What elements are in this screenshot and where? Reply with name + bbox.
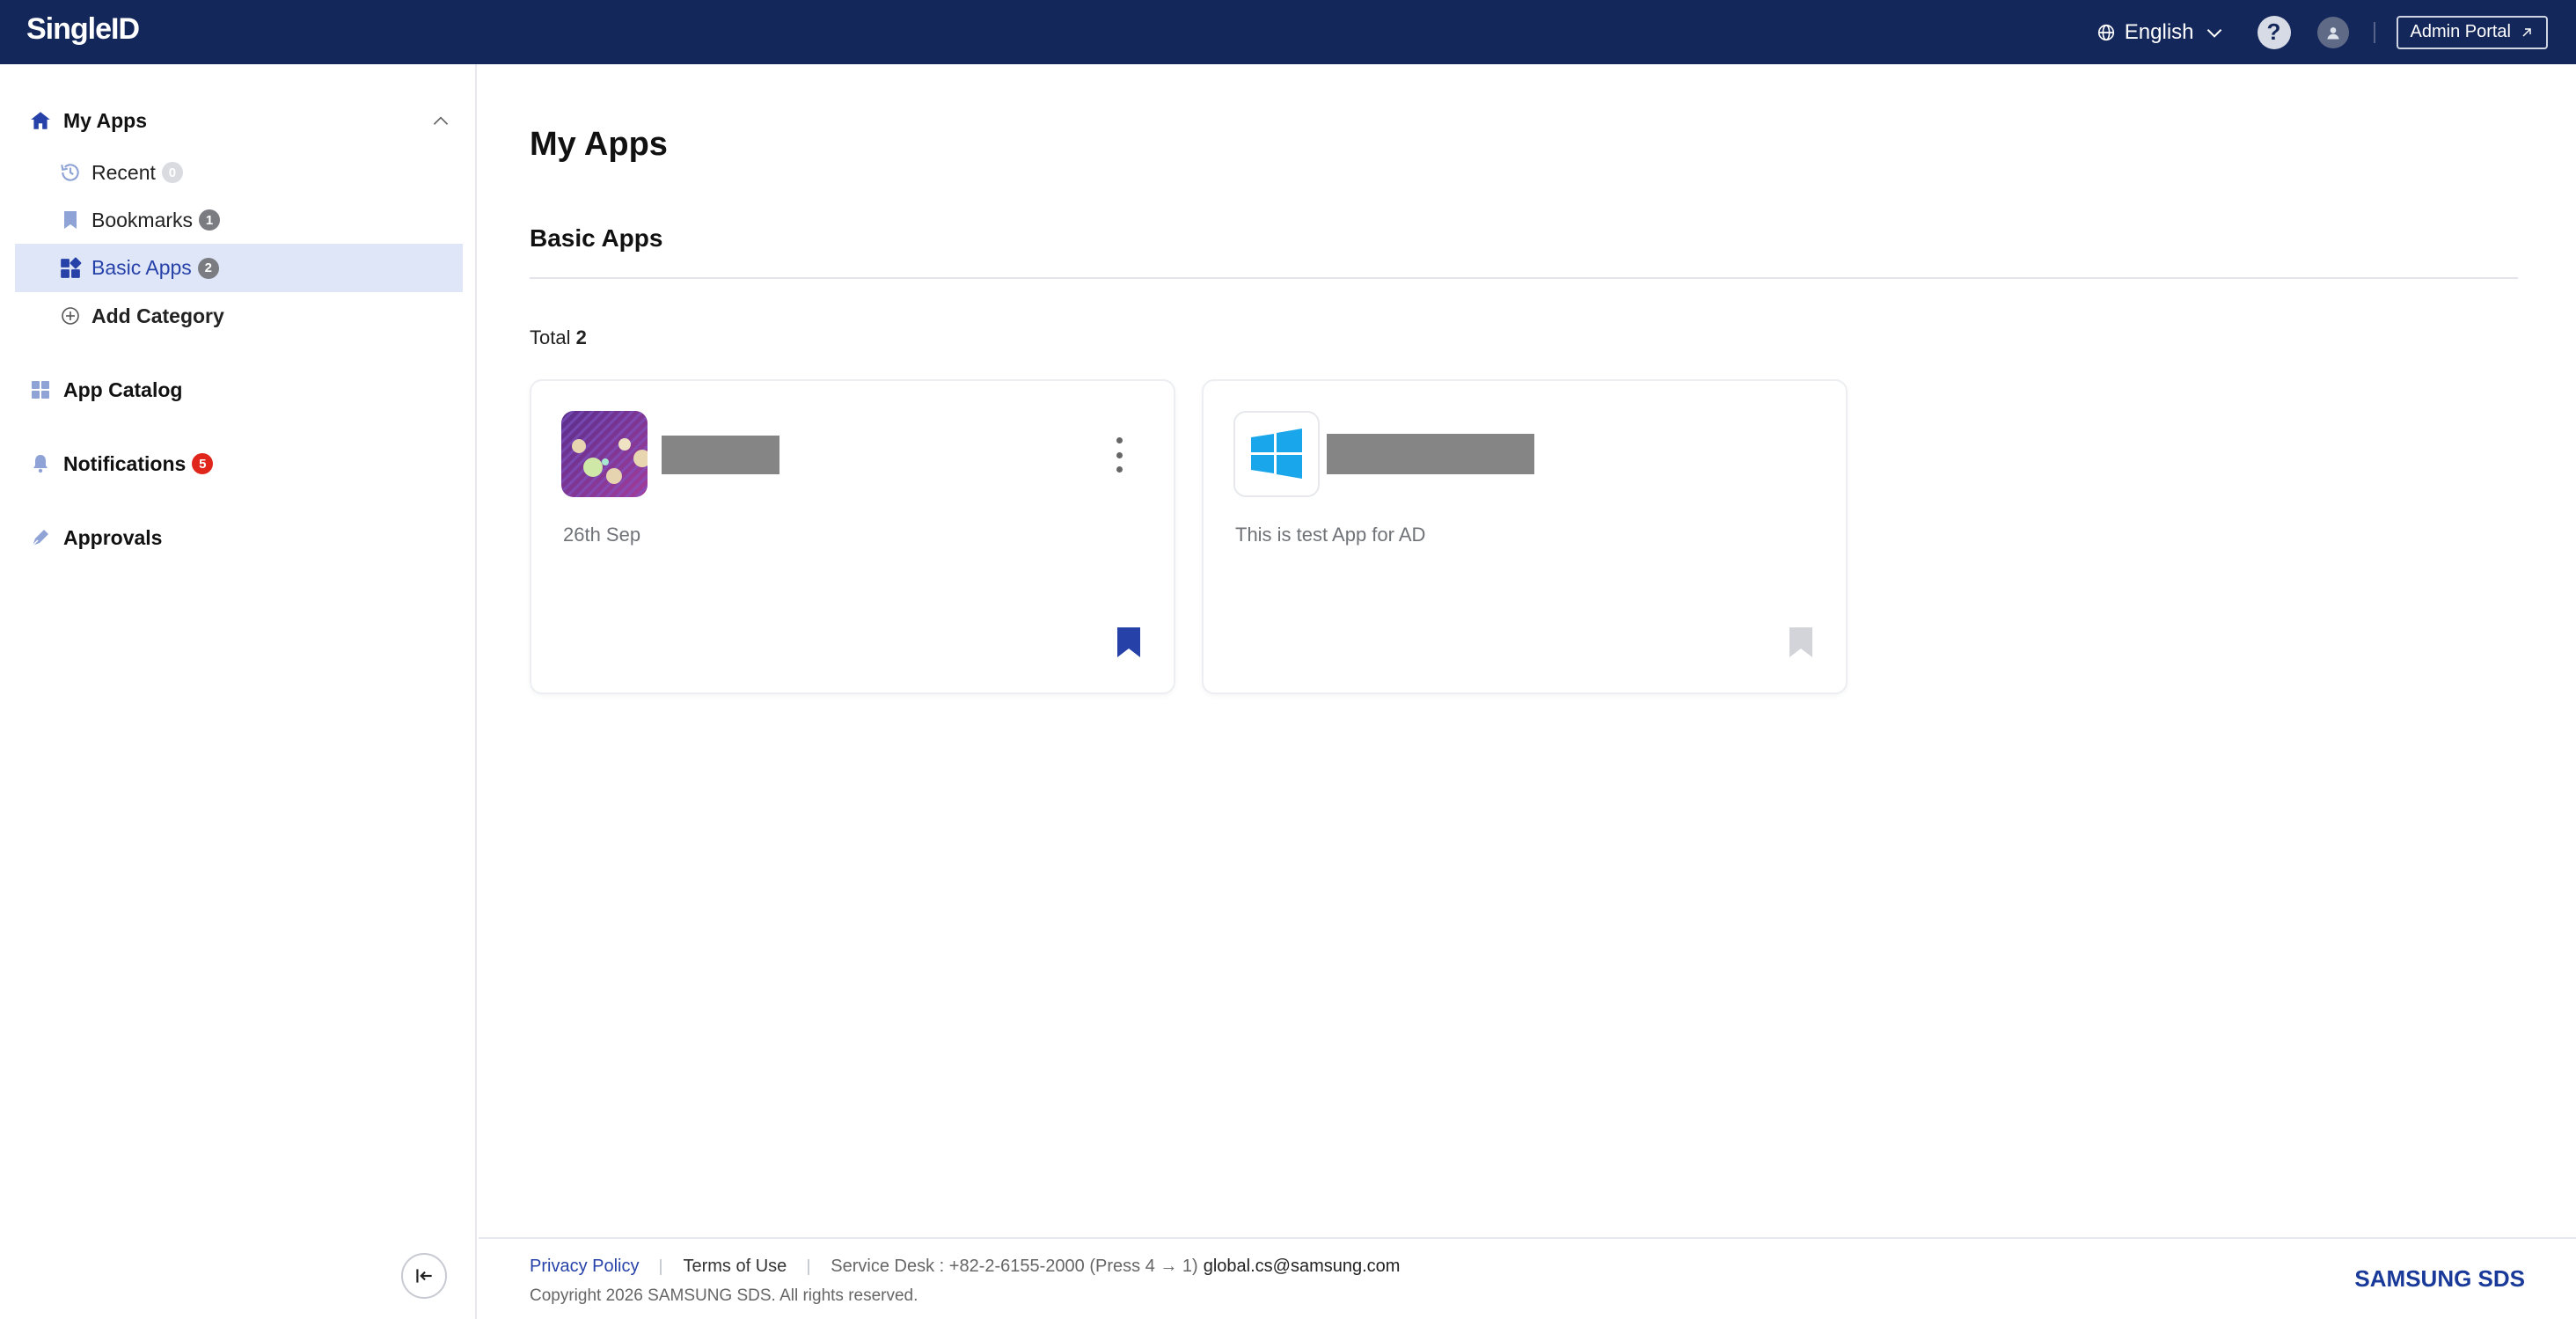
support-email[interactable]: global.cs@samsung.com: [1204, 1257, 1401, 1277]
external-link-icon: [2522, 27, 2531, 37]
footer-divider: [660, 1258, 662, 1275]
sidebar-item-basic-apps[interactable]: Basic Apps 2: [15, 244, 463, 292]
total-count: Total 2: [530, 326, 587, 349]
more-options-icon[interactable]: [1110, 437, 1128, 473]
total-label: Total: [530, 326, 571, 348]
bookmark-filled-icon[interactable]: [1116, 626, 1142, 659]
page-title: My Apps: [530, 126, 668, 163]
bookmark-outline-icon[interactable]: [1788, 626, 1814, 659]
sidebar-item-add-category[interactable]: Add Category: [0, 293, 477, 339]
service-desk-text: Service Desk : +82-2-6155-2000 (Press 4 …: [831, 1257, 1198, 1276]
sidebar-item-approvals[interactable]: Approvals: [0, 515, 477, 561]
header-divider: [2373, 21, 2375, 43]
globe-icon: [2097, 24, 2114, 40]
app-description: This is test App for AD: [1235, 524, 1426, 546]
windows-logo-icon: [1233, 411, 1320, 497]
sidebar-item-label: Basic Apps: [91, 256, 192, 279]
top-right-controls: English ? Admin Portal: [2097, 0, 2548, 64]
main-content: My Apps Basic Apps Total 2 26th Sep This…: [479, 64, 2576, 1319]
sidebar: My Apps Recent 0 Bookmarks 1 Basic Apps …: [0, 64, 477, 1319]
home-icon: [28, 108, 53, 133]
admin-portal-button[interactable]: Admin Portal: [2396, 15, 2548, 49]
admin-portal-label: Admin Portal: [2410, 22, 2512, 41]
samsung-sds-logo: SAMSUNG SDS: [2354, 1265, 2525, 1292]
app-card[interactable]: 26th Sep: [530, 379, 1175, 694]
app-name-redacted: [1327, 434, 1534, 474]
sidebar-item-label: My Apps: [63, 108, 147, 132]
app-description: 26th Sep: [563, 524, 641, 546]
count-badge: 1: [199, 209, 221, 231]
sidebar-item-label: App Catalog: [63, 377, 183, 401]
abstract-art-icon: [561, 411, 648, 497]
collapse-sidebar-button[interactable]: [401, 1253, 447, 1299]
count-badge: 2: [197, 257, 219, 279]
copyright-text: Copyright 2026 SAMSUNG SDS. All rights r…: [530, 1286, 918, 1305]
section-divider: [530, 277, 2518, 279]
plus-circle-icon: [58, 304, 83, 328]
notification-count-badge: 5: [192, 453, 214, 474]
user-icon: [2326, 26, 2339, 39]
sidebar-item-label: Notifications: [63, 451, 187, 475]
pen-icon: [28, 525, 53, 550]
app-name-redacted: [662, 436, 779, 474]
history-icon: [58, 160, 83, 185]
footer: Privacy Policy Terms of Use Service Desk…: [479, 1237, 2576, 1319]
sidebar-item-my-apps[interactable]: My Apps: [0, 99, 477, 142]
count-badge: 0: [161, 162, 183, 183]
total-number: 2: [575, 326, 587, 348]
section-title: Basic Apps: [530, 224, 663, 252]
app-card[interactable]: This is test App for AD: [1202, 379, 1848, 694]
footer-links: Privacy Policy Terms of Use Service Desk…: [530, 1257, 1400, 1277]
chevron-up-icon[interactable]: [429, 110, 452, 133]
help-button[interactable]: ?: [2257, 15, 2291, 49]
sidebar-item-recent[interactable]: Recent 0: [0, 150, 477, 194]
apps-grid-icon: [58, 256, 83, 281]
bookmark-icon: [58, 208, 83, 232]
bell-icon: [28, 451, 53, 476]
catalog-grid-icon: [28, 377, 53, 402]
sidebar-item-app-catalog[interactable]: App Catalog: [0, 367, 477, 413]
sidebar-item-notifications[interactable]: Notifications 5: [0, 441, 477, 487]
language-selector[interactable]: English: [2097, 20, 2226, 45]
user-avatar[interactable]: [2316, 16, 2349, 48]
top-bar: SingleID English ? Admin Portal: [0, 0, 2576, 64]
sidebar-item-bookmarks[interactable]: Bookmarks 1: [0, 198, 477, 242]
language-label: English: [2124, 19, 2194, 44]
sidebar-item-label: Bookmarks: [91, 208, 194, 231]
sidebar-item-label: Add Category: [91, 304, 224, 327]
sidebar-item-label: Recent: [91, 160, 156, 184]
privacy-policy-link[interactable]: Privacy Policy: [530, 1257, 639, 1277]
terms-of-use-link[interactable]: Terms of Use: [683, 1257, 787, 1277]
chevron-down-icon: [2206, 28, 2221, 38]
singleid-logo[interactable]: SingleID: [26, 12, 140, 47]
footer-divider: [808, 1258, 810, 1275]
sidebar-item-label: Approvals: [63, 525, 163, 549]
collapse-left-icon: [416, 1269, 432, 1283]
